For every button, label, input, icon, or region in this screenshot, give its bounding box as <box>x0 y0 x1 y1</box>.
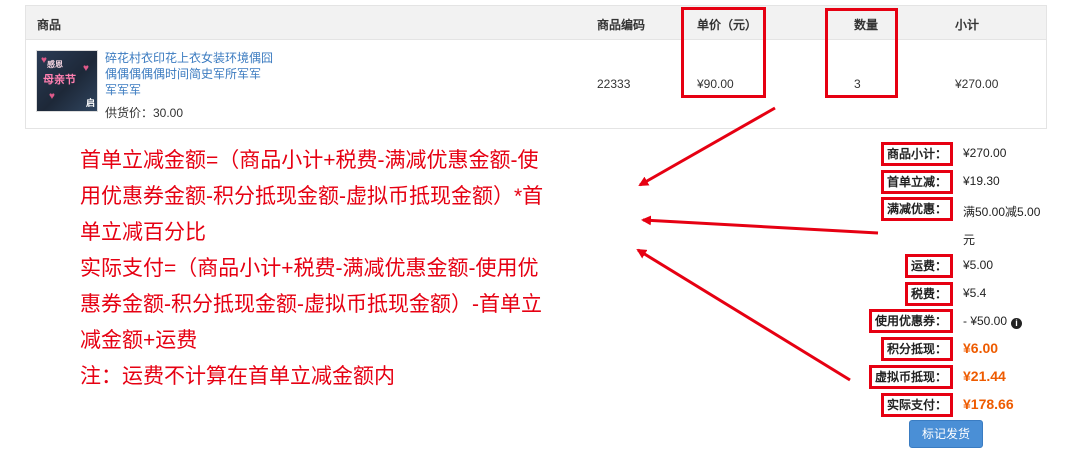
full-reduction-label: 满减优惠： <box>880 197 953 221</box>
arrow-to-formula-2 <box>641 215 879 235</box>
arrow-to-formula-1 <box>638 106 776 187</box>
subtotal-label: 商品小计： <box>880 142 953 166</box>
full-reduction-value: 满50.00减5.00 <box>963 205 1041 219</box>
subtotal-value: ¥270.00 <box>963 146 1007 160</box>
virtual-currency-value: ¥21.44 <box>963 368 1006 384</box>
coupon-value: - ¥50.00 <box>963 314 1008 328</box>
full-reduction-value-unit: 元 <box>963 233 976 247</box>
actual-payment-value: ¥178.66 <box>963 396 1014 412</box>
coupon-value-row: - ¥50.00 i <box>963 314 1023 329</box>
points-deduction-value: ¥6.00 <box>963 340 999 356</box>
first-order-discount-label: 首单立减： <box>880 170 953 194</box>
first-order-discount-value: ¥19.30 <box>963 174 1000 188</box>
shipping-value: ¥5.00 <box>963 258 994 272</box>
tax-value: ¥5.4 <box>963 286 987 300</box>
coupon-label: 使用优惠券： <box>868 309 953 333</box>
shipping-label: 运费： <box>904 254 953 278</box>
tax-label: 税费： <box>904 282 953 306</box>
points-deduction-label: 积分抵现： <box>880 337 953 361</box>
mark-shipped-button[interactable]: 标记发货 <box>909 420 983 448</box>
arrow-to-formula-3 <box>636 248 851 382</box>
actual-payment-label: 实际支付： <box>880 393 953 417</box>
info-icon[interactable]: i <box>1011 318 1023 329</box>
virtual-currency-label: 虚拟币抵现： <box>868 365 953 389</box>
